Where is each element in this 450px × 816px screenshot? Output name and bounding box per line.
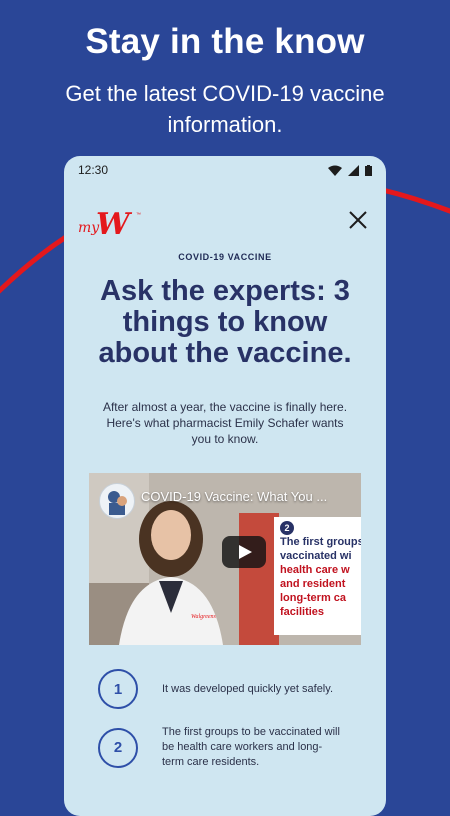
step-number-badge: 2 — [98, 727, 138, 768]
coat-logo: Walgreens — [191, 614, 217, 620]
status-time: 12:30 — [78, 163, 109, 177]
step-text: It was developed quickly yet safely. — [162, 682, 333, 695]
article-intro: After almost a year, the vaccine is fina… — [102, 400, 348, 446]
close-icon[interactable] — [346, 208, 370, 232]
video-title: COVID-19 Vaccine: What You ... — [141, 489, 328, 504]
hero-subtitle: Get the latest COVID-19 vaccine informat… — [65, 81, 385, 137]
hero-title: Stay in the know — [85, 22, 365, 61]
phone-screen: 12:30 my W ™ COVID-19 VACCINE Ask the ex… — [64, 156, 386, 816]
svg-text:™: ™ — [136, 212, 141, 218]
video-slide-text: 2 The first groups vaccinated wi health … — [274, 517, 361, 635]
video-player[interactable]: Walgreens COVID-19 Vaccine: What You ...… — [89, 473, 361, 645]
step-number-badge: 1 — [98, 669, 138, 709]
list-item: 2 The first groups to be vaccinated will… — [64, 717, 386, 778]
list-item: 1 It was developed quickly yet safely. — [64, 661, 386, 717]
svg-text:W: W — [96, 207, 133, 242]
slide-number: 2 — [280, 521, 294, 535]
step-text: The first groups to be vaccinated will b… — [162, 726, 340, 768]
channel-avatar — [99, 483, 135, 519]
status-bar: 12:30 — [64, 156, 386, 184]
app-header: my W ™ — [64, 184, 386, 254]
play-button[interactable] — [222, 536, 266, 568]
battery-icon — [365, 164, 372, 176]
key-points-list: 1 It was developed quickly yet safely. 2… — [64, 661, 386, 778]
wifi-icon — [328, 165, 342, 176]
article-headline: Ask the experts: 3 things to know about … — [98, 275, 352, 369]
mywalgreens-logo: my W ™ — [78, 207, 141, 242]
signal-icon — [348, 164, 359, 176]
